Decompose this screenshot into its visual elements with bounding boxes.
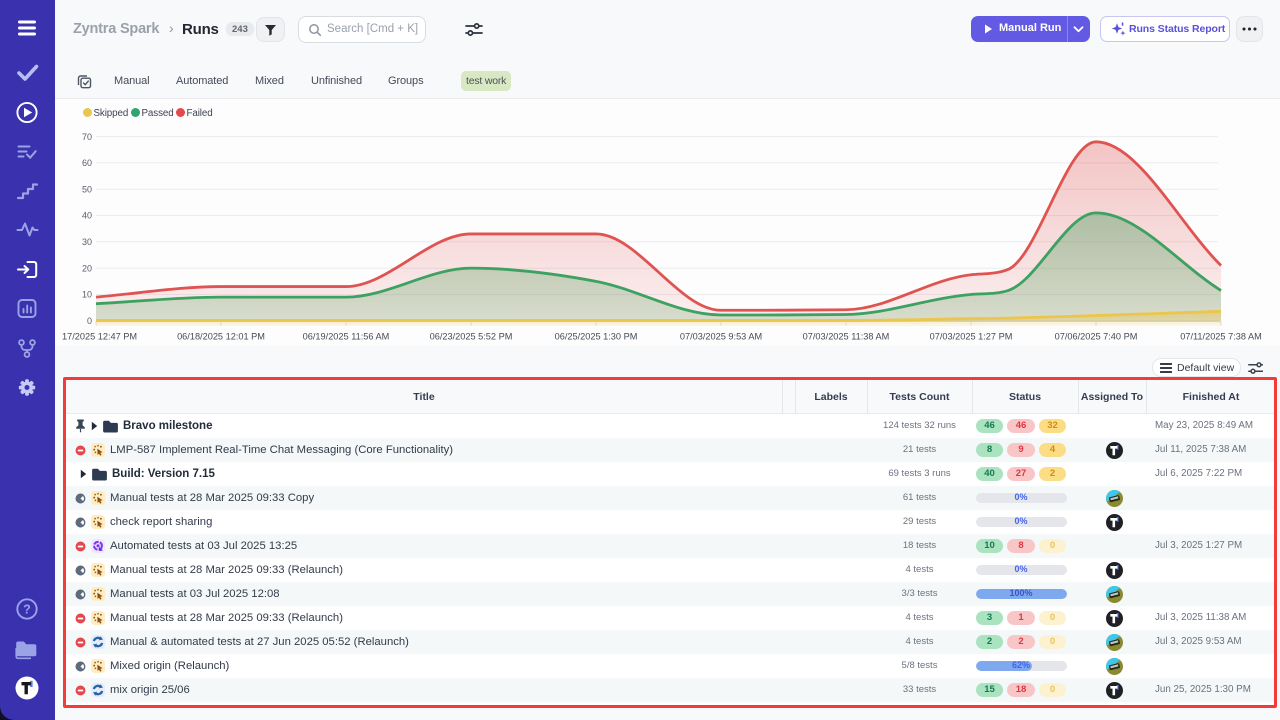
svg-text:06/25/2025 1:30 PM: 06/25/2025 1:30 PM	[555, 332, 638, 342]
svg-text:30: 30	[82, 237, 92, 247]
svg-text:07/03/2025 9:53 AM: 07/03/2025 9:53 AM	[680, 332, 762, 342]
svg-text:17/2025 12:47 PM: 17/2025 12:47 PM	[62, 332, 137, 342]
svg-text:20: 20	[82, 263, 92, 273]
svg-text:50: 50	[82, 184, 92, 194]
svg-text:0: 0	[87, 316, 92, 326]
svg-text:60: 60	[82, 158, 92, 168]
svg-text:40: 40	[82, 211, 92, 221]
svg-text:70: 70	[82, 132, 92, 142]
svg-text:06/19/2025 11:56 AM: 06/19/2025 11:56 AM	[303, 332, 390, 342]
svg-text:07/11/2025 7:38 AM: 07/11/2025 7:38 AM	[1180, 332, 1262, 342]
svg-text:07/03/2025 1:27 PM: 07/03/2025 1:27 PM	[930, 332, 1013, 342]
svg-text:06/18/2025 12:01 PM: 06/18/2025 12:01 PM	[177, 332, 265, 342]
svg-text:06/23/2025 5:52 PM: 06/23/2025 5:52 PM	[430, 332, 513, 342]
svg-text:10: 10	[82, 290, 92, 300]
svg-text:07/03/2025 11:38 AM: 07/03/2025 11:38 AM	[803, 332, 890, 342]
svg-text:07/06/2025 7:40 PM: 07/06/2025 7:40 PM	[1055, 332, 1138, 342]
svg-text:?: ?	[23, 603, 31, 617]
